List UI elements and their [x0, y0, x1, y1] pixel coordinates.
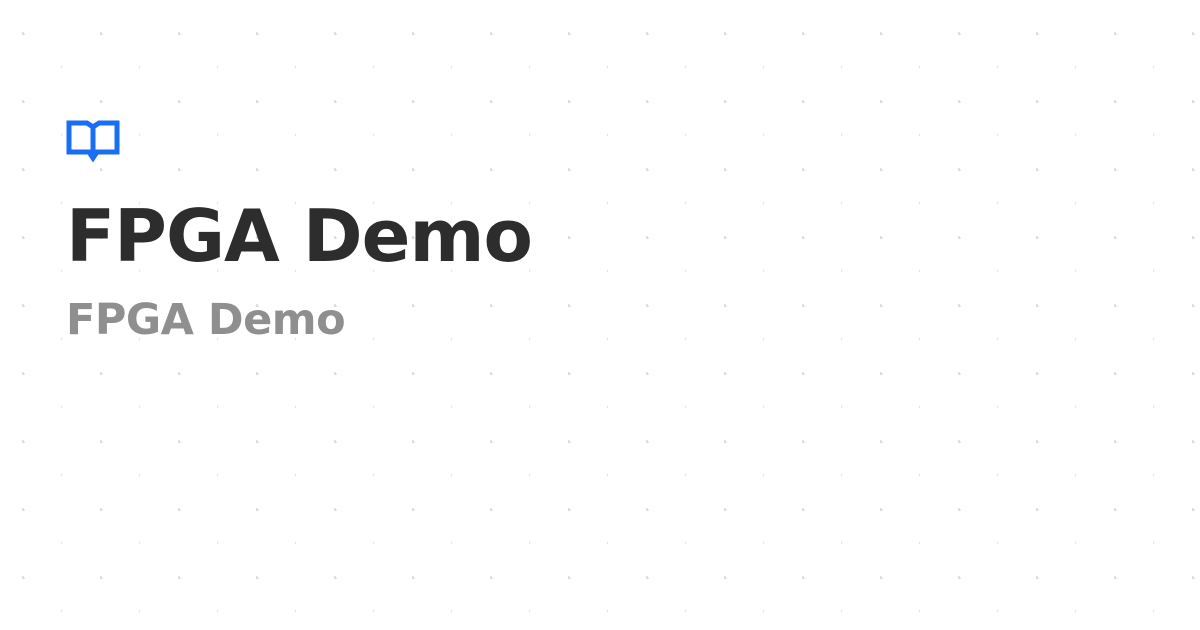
page-subtitle: FPGA Demo — [66, 295, 346, 345]
book-open-icon — [66, 120, 120, 162]
card-content: FPGA Demo FPGA Demo — [66, 118, 533, 346]
page-title: FPGA Demo — [66, 194, 533, 278]
